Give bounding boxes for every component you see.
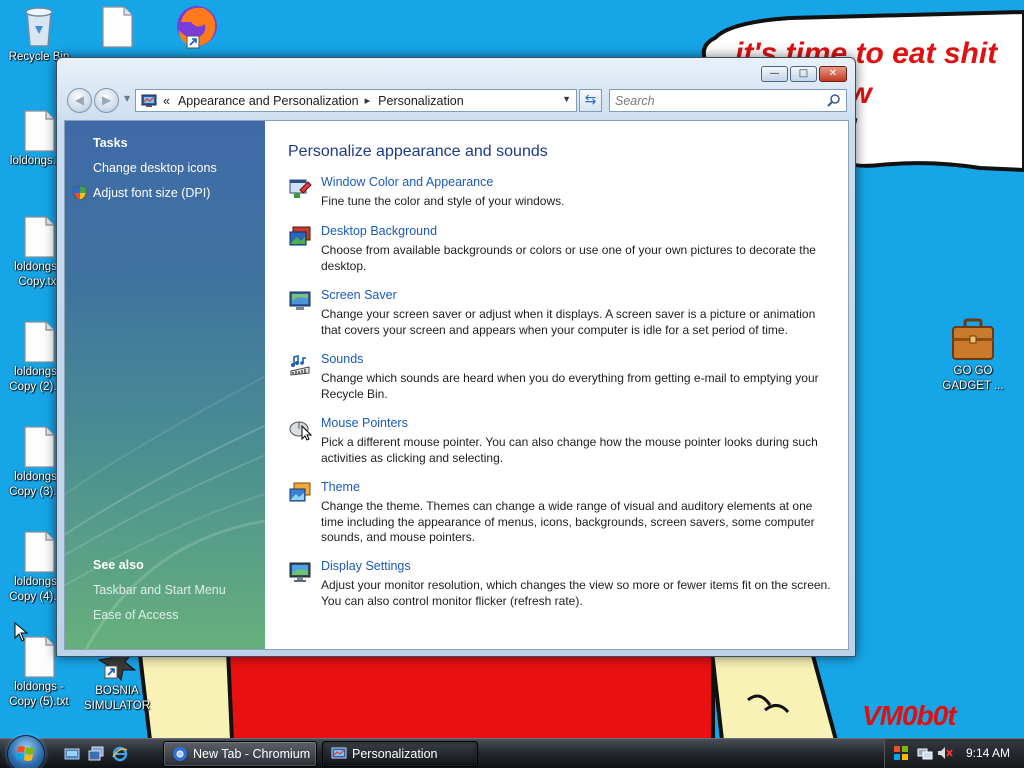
switch-windows-icon[interactable] (88, 746, 104, 762)
display-settings-link[interactable]: Display Settings (321, 559, 411, 573)
item-description: Change the theme. Themes can change a wi… (321, 499, 815, 544)
recent-pages-dropdown[interactable]: ▼ (124, 94, 130, 103)
mouse-pointers-link[interactable]: Mouse Pointers (321, 416, 408, 430)
window-color-link[interactable]: Window Color and Appearance (321, 175, 493, 189)
screen-saver-link[interactable]: Screen Saver (321, 288, 397, 302)
search-placeholder: Search (615, 94, 655, 108)
text-file-icon (24, 426, 55, 468)
refresh-icon: ⇆ (584, 92, 597, 108)
theme-link[interactable]: Theme (321, 480, 360, 494)
item-description: Choose from available backgrounds or col… (321, 243, 816, 273)
maximize-button[interactable]: □ (790, 66, 817, 82)
screen-saver-icon (289, 291, 311, 310)
theme-icon (289, 482, 311, 502)
mouse-pointer-icon (289, 421, 312, 441)
breadcrumb-separator[interactable]: ▸ (365, 94, 371, 107)
adjust-font-size-link[interactable]: Adjust font size (DPI) (93, 186, 210, 200)
close-button[interactable]: ✕ (819, 66, 847, 82)
ease-of-access-link[interactable]: Ease of Access (93, 608, 178, 622)
recycle-bin-icon (25, 7, 53, 47)
desktop-icon-go-go-gadget[interactable]: GO GO GADGET ... (934, 316, 1012, 394)
item-description: Adjust your monitor resolution, which ch… (321, 578, 831, 608)
desktop-background-icon (289, 226, 311, 246)
window-controls: — □ ✕ (759, 66, 847, 82)
taskbar: New Tab - Chromium Personalization 9:14 … (0, 735, 1024, 768)
desktop-background-link[interactable]: Desktop Background (321, 224, 437, 238)
clock[interactable]: 9:14 AM (966, 746, 1010, 760)
forward-arrow-icon: ▶ (101, 93, 112, 107)
wallpaper-signature: VM0b0t (862, 700, 957, 731)
uac-shield-icon (73, 185, 87, 201)
taskbar-button-label: New Tab - Chromium (193, 747, 311, 761)
text-file-icon (24, 636, 55, 678)
windows-logo-icon (16, 746, 34, 761)
sounds-icon (290, 354, 310, 376)
firefox-icon (177, 6, 217, 49)
windows-defender-icon[interactable] (893, 745, 909, 761)
address-bar[interactable]: « Appearance and Personalization ▸ Perso… (135, 89, 577, 112)
internet-explorer-icon[interactable] (112, 746, 128, 762)
window-content: Tasks Change desktop icons Adjust font s… (64, 120, 849, 650)
refresh-button[interactable]: ⇆ (579, 89, 602, 112)
search-input[interactable]: Search (609, 89, 847, 112)
item-description: Pick a different mouse pointer. You can … (321, 435, 818, 465)
text-file-icon (24, 531, 55, 573)
search-icon[interactable] (827, 93, 841, 107)
page-title: Personalize appearance and sounds (288, 143, 548, 160)
desktop-icon-text-file[interactable] (78, 6, 156, 50)
taskbar-button-chromium[interactable]: New Tab - Chromium (163, 741, 317, 767)
text-file-icon (24, 216, 55, 258)
tasks-heading: Tasks (93, 136, 128, 150)
text-file-icon (102, 6, 133, 48)
task-pane: Tasks Change desktop icons Adjust font s… (65, 121, 265, 649)
chromium-icon (173, 747, 187, 761)
forward-button[interactable]: ▶ (94, 88, 119, 113)
briefcase-icon (952, 318, 994, 360)
taskbar-button-label: Personalization (352, 747, 438, 761)
start-button[interactable] (7, 735, 45, 768)
back-button[interactable]: ◀ (67, 88, 92, 113)
back-arrow-icon: ◀ (74, 93, 85, 107)
item-description: Change which sounds are heard when you d… (321, 371, 819, 401)
breadcrumb-personalization[interactable]: Personalization (378, 94, 463, 108)
show-desktop-icon[interactable] (64, 746, 80, 762)
taskbar-and-start-menu-link[interactable]: Taskbar and Start Menu (93, 583, 226, 597)
desktop-icon-recycle-bin[interactable]: Recycle Bin (0, 4, 78, 65)
address-prefix[interactable]: « (163, 94, 170, 108)
see-also-heading: See also (93, 558, 144, 572)
sounds-link[interactable]: Sounds (321, 352, 363, 366)
window-color-icon (289, 179, 312, 198)
desktop-icon-firefox[interactable] (156, 2, 234, 52)
control-panel-icon (141, 94, 157, 107)
network-icon[interactable] (917, 745, 933, 761)
item-description: Change your screen saver or adjust when … (321, 307, 816, 337)
personalization-window: — □ ✕ ◀ ▶ ▼ « Appearance and Personaliza… (56, 57, 856, 657)
control-panel-icon (331, 747, 347, 759)
display-settings-icon (289, 562, 311, 582)
breadcrumb-appearance-and-personalization[interactable]: Appearance and Personalization (178, 94, 359, 108)
change-desktop-icons-link[interactable]: Change desktop icons (93, 161, 217, 175)
navigation-bar: ◀ ▶ ▼ « Appearance and Personalization ▸… (65, 86, 847, 114)
volume-muted-icon[interactable] (937, 745, 953, 761)
text-file-icon (24, 321, 55, 363)
text-file-icon (24, 110, 55, 152)
taskbar-button-personalization[interactable]: Personalization (322, 741, 478, 767)
minimize-button[interactable]: — (761, 66, 788, 82)
mouse-cursor-icon (14, 622, 28, 642)
notification-area: 9:14 AM (884, 739, 1024, 768)
item-description: Fine tune the color and style of your wi… (321, 194, 565, 208)
address-dropdown-arrow-icon[interactable]: ▼ (562, 94, 571, 104)
